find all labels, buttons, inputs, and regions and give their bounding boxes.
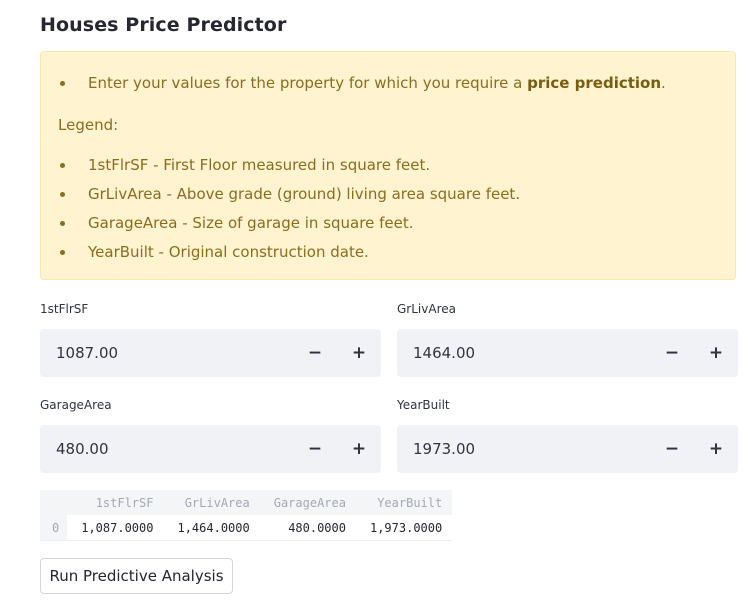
field-label-1stflrsf: 1stFlrSF [40, 302, 89, 316]
number-input-1stflrsf: 1087.00 − + [40, 329, 381, 377]
intro-suffix: . [661, 74, 666, 92]
bullet-icon [60, 220, 65, 226]
number-input-garagearea: 480.00 − + [40, 425, 381, 473]
info-box: Enter your values for the property for w… [40, 51, 736, 280]
table-cell: 1,973.0000 [355, 515, 453, 541]
column-header[interactable]: GrLivArea [163, 490, 260, 515]
field-label-grlivarea: GrLivArea [397, 302, 456, 316]
column-header[interactable]: 1stFlrSF [67, 490, 164, 515]
bullet-icon [60, 80, 65, 86]
column-header[interactable]: GarageArea [259, 490, 356, 515]
decrement-button[interactable]: − [650, 425, 694, 473]
legend-item: GrLivArea - Above grade (ground) living … [58, 185, 520, 203]
legend-item: GarageArea - Size of garage in square fe… [58, 214, 413, 232]
increment-button[interactable]: + [337, 425, 381, 473]
increment-button[interactable]: + [694, 329, 738, 377]
intro-prefix: Enter your values for the property for w… [88, 74, 528, 92]
bullet-icon [60, 249, 65, 255]
intro-item: Enter your values for the property for w… [58, 74, 666, 92]
number-input-yearbuilt: 1973.00 − + [397, 425, 738, 473]
legend-item-text: GrLivArea - Above grade (ground) living … [88, 185, 521, 203]
intro-text: Enter your values for the property for w… [88, 74, 666, 92]
row-index: 0 [40, 515, 68, 541]
increment-button[interactable]: + [337, 329, 381, 377]
decrement-button[interactable]: − [650, 329, 694, 377]
table-cell: 480.0000 [259, 515, 356, 541]
decrement-button[interactable]: − [293, 425, 337, 473]
table-row: 0 1,087.0000 1,464.0000 480.0000 1,973.0… [40, 515, 453, 541]
legend-item: 1stFlrSF - First Floor measured in squar… [58, 156, 430, 174]
bullet-icon [60, 191, 65, 197]
table-cell: 1,464.0000 [163, 515, 260, 541]
column-header-index [40, 490, 68, 515]
table-header-row: 1stFlrSF GrLivArea GarageArea YearBuilt [40, 490, 453, 515]
column-header[interactable]: YearBuilt [355, 490, 453, 515]
input-value-1stflrsf[interactable]: 1087.00 [40, 344, 293, 362]
input-value-grlivarea[interactable]: 1464.00 [397, 344, 650, 362]
legend-item-text: YearBuilt - Original construction date. [88, 243, 369, 261]
legend-label: Legend: [58, 116, 119, 134]
bullet-icon [60, 162, 65, 168]
page-title: Houses Price Predictor [40, 14, 287, 36]
number-input-grlivarea: 1464.00 − + [397, 329, 738, 377]
input-value-yearbuilt[interactable]: 1973.00 [397, 440, 650, 458]
input-value-garagearea[interactable]: 480.00 [40, 440, 293, 458]
intro-bold: price prediction [527, 74, 662, 92]
legend-item-text: GarageArea - Size of garage in square fe… [88, 214, 414, 232]
legend-item-text: 1stFlrSF - First Floor measured in squar… [88, 156, 431, 174]
dataframe-table[interactable]: 1stFlrSF GrLivArea GarageArea YearBuilt … [40, 490, 453, 541]
table-cell: 1,087.0000 [67, 515, 164, 541]
field-label-yearbuilt: YearBuilt [397, 398, 450, 412]
increment-button[interactable]: + [694, 425, 738, 473]
legend-item: YearBuilt - Original construction date. [58, 243, 369, 261]
decrement-button[interactable]: − [293, 329, 337, 377]
field-label-garagearea: GarageArea [40, 398, 112, 412]
run-predictive-analysis-button[interactable]: Run Predictive Analysis [40, 558, 233, 594]
